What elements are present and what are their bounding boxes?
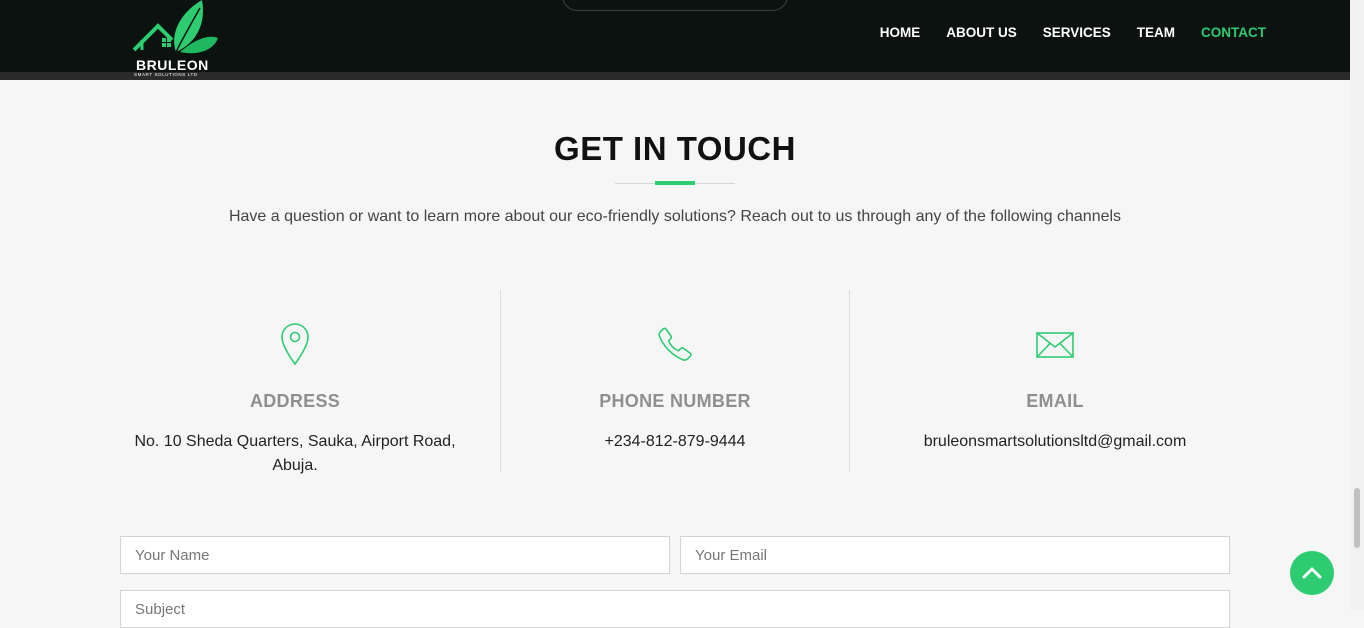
phone-label: PHONE NUMBER [599, 391, 751, 411]
nav-item-services[interactable]: SERVICES [1043, 25, 1111, 40]
site-header: BRULEON SMART SOLUTIONS LTD HOME ABOUT U… [0, 0, 1350, 80]
envelope-icon [1036, 332, 1074, 363]
brand-tagline: SMART SOLUTIONS LTD [134, 72, 198, 77]
section-subtitle: Have a question or want to learn more ab… [228, 208, 1122, 225]
nav-item-about-us[interactable]: ABOUT US [946, 25, 1017, 40]
header-pill-decoration [562, 0, 788, 11]
title-divider-accent [655, 181, 695, 185]
email-input[interactable] [680, 536, 1230, 574]
chevron-up-icon [1302, 567, 1322, 579]
map-pin-icon [280, 322, 310, 371]
nav-item-team[interactable]: TEAM [1137, 25, 1175, 40]
page-scrollbar[interactable] [1350, 0, 1364, 610]
nav-item-home[interactable]: HOME [880, 25, 921, 40]
address-card: ADDRESS No. 10 Sheda Quarters, Sauka, Ai… [120, 290, 470, 474]
leaf-house-logo-icon [132, 0, 218, 54]
main-nav: HOME ABOUT US SERVICES TEAM CONTACT [880, 25, 1266, 40]
brand-logo[interactable]: BRULEON SMART SOLUTIONS LTD [132, 0, 222, 80]
phone-value[interactable]: +234-812-879-9444 [500, 430, 850, 454]
phone-icon [657, 326, 693, 367]
email-label: EMAIL [1026, 391, 1084, 411]
address-label: ADDRESS [249, 391, 341, 411]
nav-item-contact[interactable]: CONTACT [1201, 25, 1266, 40]
name-input[interactable] [120, 536, 670, 574]
phone-card: PHONE NUMBER +234-812-879-9444 [500, 290, 850, 472]
back-to-top-button[interactable] [1290, 551, 1334, 595]
scrollbar-thumb[interactable] [1354, 488, 1360, 548]
brand-name: BRULEON [136, 57, 209, 73]
email-card: EMAIL bruleonsmartsolutionsltd@gmail.com [850, 290, 1260, 472]
subject-input[interactable] [120, 590, 1230, 628]
section-title: GET IN TOUCH [554, 130, 796, 167]
email-value[interactable]: bruleonsmartsolutionsltd@gmail.com [850, 430, 1260, 454]
address-value: No. 10 Sheda Quarters, Sauka, Airport Ro… [134, 433, 456, 474]
